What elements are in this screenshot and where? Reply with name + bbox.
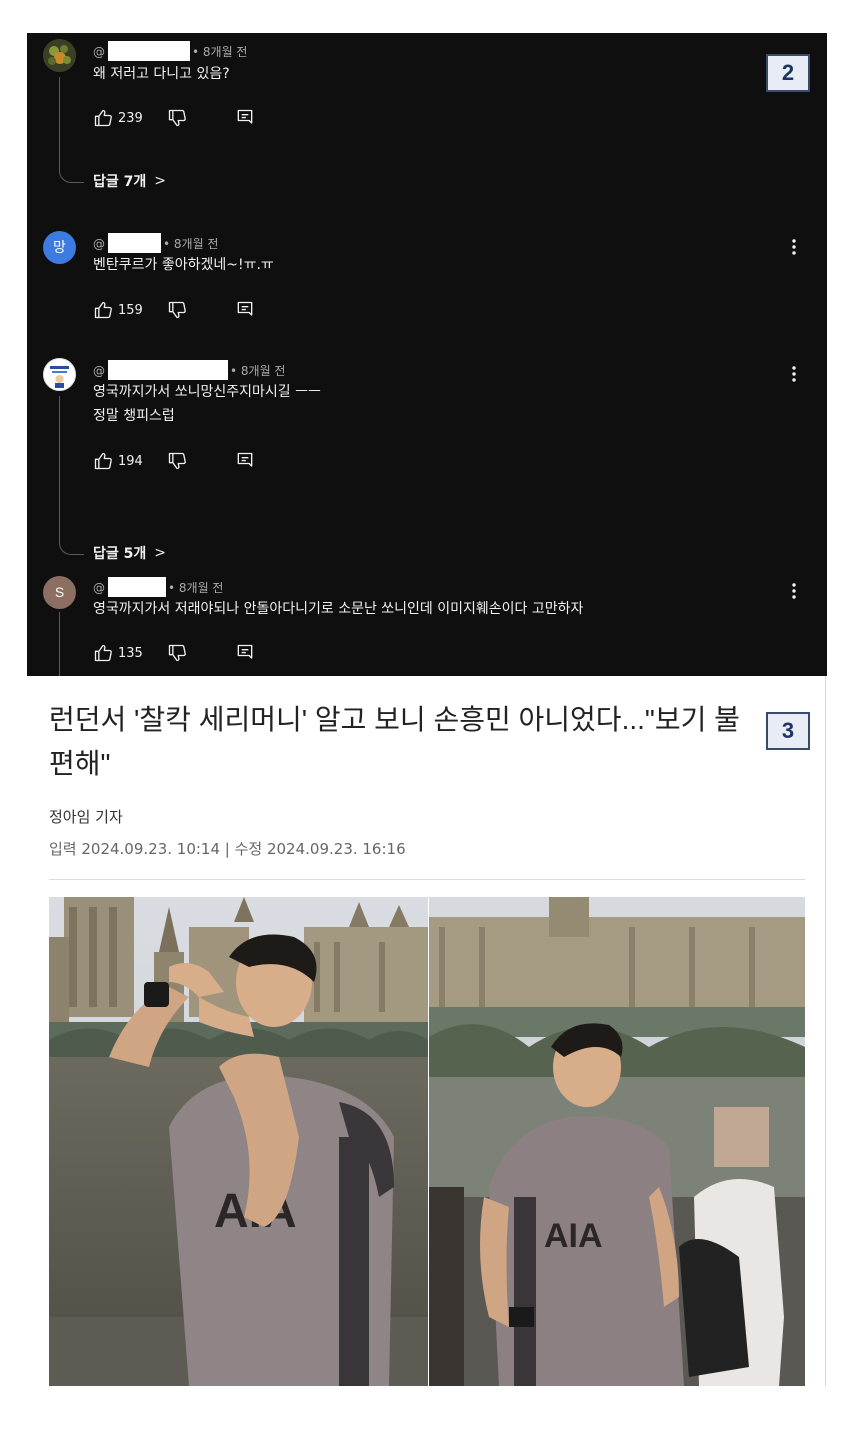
comment-actions: 194 (93, 450, 255, 472)
comment-time: • 8개월 전 (230, 364, 286, 378)
comment-time: • 8개월 전 (168, 581, 224, 595)
thumb-up-icon (94, 644, 112, 662)
handle-prefix: @ (93, 364, 105, 378)
avatar[interactable]: S (43, 576, 76, 609)
more-options-button[interactable] (789, 581, 799, 601)
redacted-handle (108, 41, 190, 61)
redacted-handle (108, 577, 166, 597)
reply-icon[interactable] (235, 451, 255, 471)
comment-text: 벤탄쿠르가 좋아하겠네~!ㅠ.ㅠ (93, 257, 274, 273)
like-button[interactable]: 194 (93, 451, 143, 471)
thumb-down-icon[interactable] (167, 451, 187, 471)
like-count: 135 (118, 645, 143, 661)
article-reporter: 정아임 기자 (49, 808, 123, 826)
avatar[interactable] (43, 358, 76, 391)
redacted-handle (108, 360, 228, 380)
like-count: 159 (118, 302, 143, 318)
thumb-up-icon (94, 452, 112, 470)
comment-actions: 159 (93, 299, 255, 321)
thumb-down-icon[interactable] (167, 300, 187, 320)
article-dates: 입력 2024.09.23. 10:14 | 수정 2024.09.23. 16… (49, 840, 406, 858)
panel-number-badge: 3 (766, 712, 810, 750)
comments-panel: 2 @ • 8개월 전 왜 저러고 다니고 있음? 239 답글 7개 > 망 … (27, 33, 827, 676)
thumb-down-icon[interactable] (167, 108, 187, 128)
thread-line (59, 612, 84, 676)
svg-text:AIA: AIA (544, 1217, 603, 1255)
more-options-button[interactable] (789, 237, 799, 257)
page-edge-divider (825, 676, 826, 1386)
photo-left-image: AIA (49, 897, 428, 1386)
news-article: 3 런던서 '찰칵 세리머니' 알고 보니 손흥민 아니었다..."보기 불편해… (27, 676, 827, 1447)
handle-prefix: @ (93, 45, 105, 59)
avatar[interactable] (43, 39, 76, 72)
comment-meta: @ • 8개월 전 (93, 233, 219, 253)
handle-prefix: @ (93, 581, 105, 595)
more-vert-icon (792, 583, 796, 599)
comment-text: 영국까지가서 쏘니망신주지마시길 ㅡㅡ (93, 384, 321, 400)
comment-meta: @ • 8개월 전 (93, 577, 224, 597)
reply-icon[interactable] (235, 108, 255, 128)
replies-label: 답글 7개 (93, 174, 147, 190)
comment-text-line-2: 정말 챙피스럽 (93, 408, 175, 424)
article-photo-left[interactable]: AIA (49, 897, 428, 1386)
more-vert-icon (792, 239, 796, 255)
comment-time: • 8개월 전 (163, 237, 219, 251)
more-vert-icon (792, 366, 796, 382)
like-button[interactable]: 135 (93, 643, 143, 663)
view-replies-button[interactable]: 답글 5개 > (93, 543, 166, 563)
replies-label: 답글 5개 (93, 546, 147, 562)
chevron-right-icon: > (154, 545, 166, 561)
like-button[interactable]: 239 (93, 108, 143, 128)
comment-meta: @ • 8개월 전 (93, 360, 286, 380)
comment-actions: 239 (93, 107, 255, 129)
comment-meta: @ • 8개월 전 (93, 41, 248, 61)
thumb-down-icon[interactable] (167, 643, 187, 663)
thumb-up-icon (94, 109, 112, 127)
thumb-up-icon (94, 301, 112, 319)
like-button[interactable]: 159 (93, 300, 143, 320)
comment-text: 왜 저러고 다니고 있음? (93, 66, 230, 82)
chevron-right-icon: > (154, 173, 166, 189)
thread-line (59, 77, 84, 183)
avatar[interactable]: 망 (43, 231, 76, 264)
handle-prefix: @ (93, 237, 105, 251)
avatar-image (43, 358, 76, 391)
article-photo-right[interactable]: AIA (429, 897, 805, 1386)
article-headline[interactable]: 런던서 '찰칵 세리머니' 알고 보니 손흥민 아니었다..."보기 불편해" (49, 698, 764, 786)
photo-right-image: AIA (429, 897, 805, 1386)
more-options-button[interactable] (789, 364, 799, 384)
like-count: 194 (118, 453, 143, 469)
thread-line (59, 396, 84, 555)
view-replies-button[interactable]: 답글 7개 > (93, 171, 166, 191)
redacted-handle (108, 233, 161, 253)
divider (49, 879, 805, 880)
reply-icon[interactable] (235, 643, 255, 663)
comment-time: • 8개월 전 (192, 45, 248, 59)
reply-icon[interactable] (235, 300, 255, 320)
comment-text: 영국까지가서 저래야되나 안돌아다니기로 소문난 쏘니인데 이미지훼손이다 고만… (93, 601, 584, 617)
panel-number-badge: 2 (766, 54, 810, 92)
avatar-image (43, 39, 76, 72)
comment-actions: 135 (93, 642, 255, 664)
like-count: 239 (118, 110, 143, 126)
